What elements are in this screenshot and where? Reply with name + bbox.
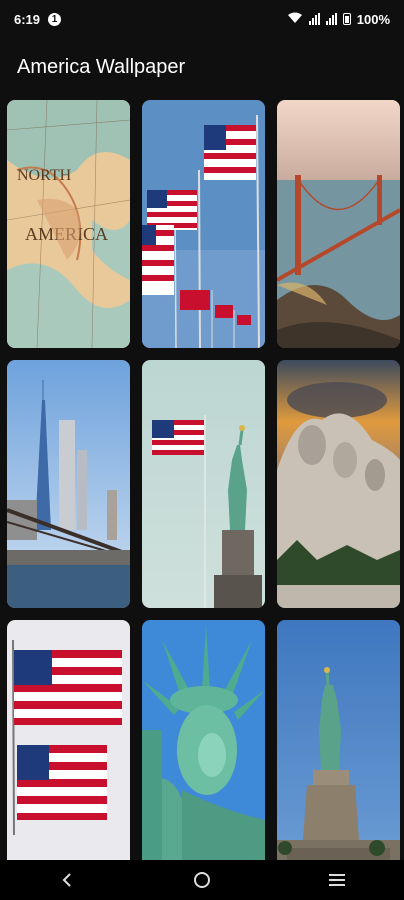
monument-image: [277, 360, 400, 608]
flag-image: [142, 100, 265, 348]
wallpaper-tile-rushmore[interactable]: [277, 360, 400, 608]
signal-icon-2: [325, 13, 337, 25]
back-icon: [62, 873, 72, 887]
wallpaper-tile-map[interactable]: NORTH AMERICA: [7, 100, 130, 348]
flag-image: [7, 620, 130, 868]
skyline-image: [7, 360, 130, 608]
back-button[interactable]: [47, 860, 87, 900]
home-button[interactable]: [182, 860, 222, 900]
wallpaper-tile-flags[interactable]: [142, 100, 265, 348]
wallpaper-tile-statue-face[interactable]: [142, 620, 265, 868]
svg-text:NORTH: NORTH: [17, 167, 72, 184]
signal-icon: [308, 13, 320, 25]
battery-percent: 100%: [356, 11, 390, 27]
page-title: America Wallpaper: [17, 55, 186, 78]
wallpaper-tile-golden-gate[interactable]: [277, 100, 400, 348]
recents-icon: [328, 874, 345, 886]
statue-image: [277, 620, 400, 868]
wallpaper-tile-two-flags[interactable]: [7, 620, 130, 868]
battery-icon: [342, 13, 351, 25]
status-time: 6:19: [14, 11, 41, 27]
wallpaper-tile-flag-statue[interactable]: [142, 360, 265, 608]
statue-image: [142, 360, 265, 608]
statue-image: [142, 620, 265, 868]
status-bar: 6:19 1 100%: [0, 0, 404, 38]
app-bar: America Wallpaper: [0, 38, 404, 96]
home-icon: [193, 872, 210, 888]
wifi-icon: [287, 12, 303, 27]
wallpaper-grid: NORTH AMERICA: [7, 100, 400, 868]
notification-badge-icon: 1: [48, 12, 62, 26]
map-image: NORTH AMERICA: [7, 100, 130, 348]
wallpaper-tile-statue-full[interactable]: [277, 620, 400, 868]
recents-button[interactable]: [317, 860, 357, 900]
system-nav-bar: [0, 860, 404, 900]
bridge-image: [277, 100, 400, 348]
wallpaper-tile-skyline[interactable]: [7, 360, 130, 608]
